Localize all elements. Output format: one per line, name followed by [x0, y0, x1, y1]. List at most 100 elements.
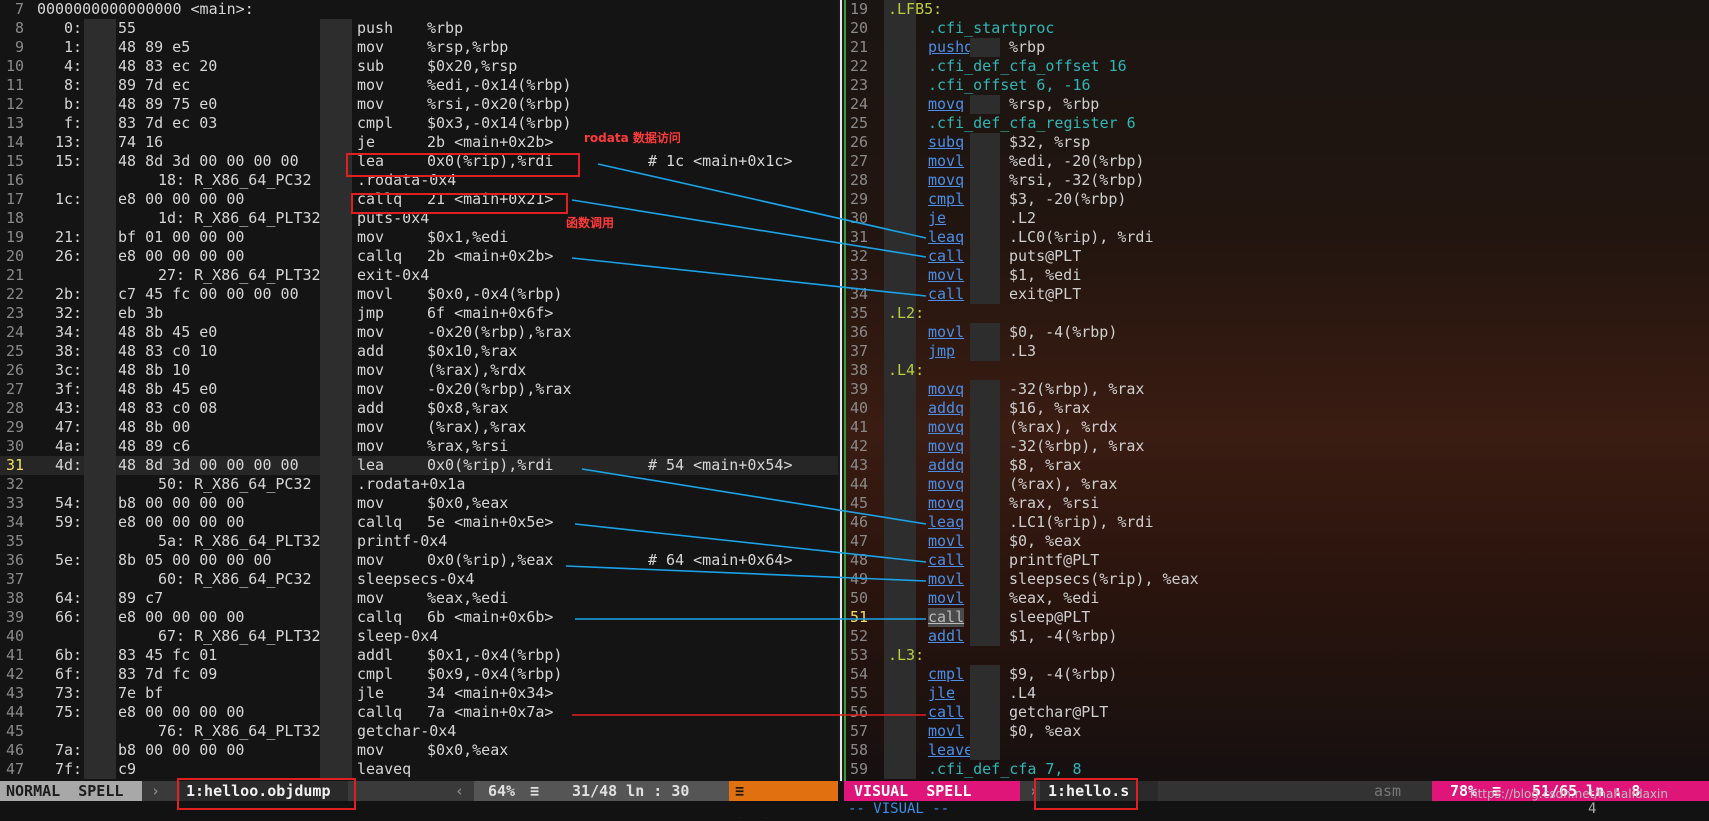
assembly-line[interactable]: 32 call puts@PLT	[844, 247, 1709, 266]
assembly-line[interactable]: 43 addq $8, %rax	[844, 456, 1709, 475]
assembly-line[interactable]: 35 .L2:	[844, 304, 1709, 323]
gutter-bar	[884, 741, 916, 760]
line-number: 52	[849, 627, 868, 645]
assembly-line[interactable]: 38 .L4:	[844, 361, 1709, 380]
objdump-line[interactable]: 43 73: 7e bf jle 34 <main+0x34>	[0, 684, 838, 703]
objdump-line[interactable]: 38 64: 89 c7 mov %eax,%edi	[0, 589, 838, 608]
command-line[interactable]: -- VISUAL --	[848, 801, 949, 817]
objdump-line[interactable]: 12 b: 48 89 75 e0 mov %rsi,-0x20(%rbp)	[0, 95, 838, 114]
gutter-bar	[970, 494, 1000, 513]
assembly-line[interactable]: 26 subq $32, %rsp	[844, 133, 1709, 152]
assembly-line[interactable]: 25 .cfi_def_cfa_register 6	[844, 114, 1709, 133]
assembly-line[interactable]: 52 addl $1, -4(%rbp)	[844, 627, 1709, 646]
assembly-line[interactable]: 56 call getchar@PLT	[844, 703, 1709, 722]
assembly-line[interactable]: 39 movq -32(%rbp), %rax	[844, 380, 1709, 399]
operands: %edi,-0x14(%rbp)	[427, 76, 572, 94]
objdump-line[interactable]: 45 76: R_X86_64_PLT32 getchar-0x4	[0, 722, 838, 741]
assembly-line[interactable]: 20 .cfi_startproc	[844, 19, 1709, 38]
assembly-line[interactable]: 41 movq (%rax), %rdx	[844, 418, 1709, 437]
objdump-line[interactable]: 9 1: 48 89 e5 mov %rsp,%rbp	[0, 38, 838, 57]
assembly-line[interactable]: 59 .cfi_def_cfa 7, 8	[844, 760, 1709, 779]
assembly-line[interactable]: 24 movq %rsp, %rbp	[844, 95, 1709, 114]
objdump-line[interactable]: 36 5e: 8b 05 00 00 00 00 mov 0x0(%rip),%eax #…	[0, 551, 838, 570]
objdump-line[interactable]: 30 4a: 48 89 c6 mov %rax,%rsi	[0, 437, 838, 456]
objdump-line[interactable]: 33 54: b8 00 00 00 00 mov $0x0,%eax	[0, 494, 838, 513]
objdump-line[interactable]: 21 27: R_X86_64_PLT32 exit-0x4	[0, 266, 838, 285]
objdump-line[interactable]: 44 75: e8 00 00 00 00 callq 7a <main+0x7a>	[0, 703, 838, 722]
assembly-line[interactable]: 46 leaq .LC1(%rip), %rdi	[844, 513, 1709, 532]
assembly-line[interactable]: 19 .LFB5:	[844, 0, 1709, 19]
objdump-line[interactable]: 34 59: e8 00 00 00 00 callq 5e <main+0x5e>	[0, 513, 838, 532]
objdump-line[interactable]: 46 7a: b8 00 00 00 00 mov $0x0,%eax	[0, 741, 838, 760]
opcode-bytes: 50: R_X86_64_PC32	[158, 475, 312, 493]
assembly-line[interactable]: 29 cmpl $3, -20(%rbp)	[844, 190, 1709, 209]
opcode-bytes: 48 89 e5	[118, 38, 191, 56]
assembly-line[interactable]: 23 .cfi_offset 6, -16	[844, 76, 1709, 95]
assembly-line[interactable]: 30 je .L2	[844, 209, 1709, 228]
assembly-line[interactable]: 53 .L3:	[844, 646, 1709, 665]
objdump-line[interactable]: 39 66: e8 00 00 00 00 callq 6b <main+0x6b>	[0, 608, 838, 627]
objdump-line[interactable]: 20 26: e8 00 00 00 00 callq 2b <main+0x2b>	[0, 247, 838, 266]
objdump-pane[interactable]: 7 0000000000000000 <main>: 8 0: 55 push %rbp 9 1…	[0, 0, 838, 781]
objdump-line[interactable]: 23 32: eb 3b jmp 6f <main+0x6f>	[0, 304, 838, 323]
warning-block[interactable]: ≡ [47]tra...	[729, 781, 838, 820]
objdump-line[interactable]: 40 67: R_X86_64_PLT32 sleep-0x4	[0, 627, 838, 646]
address: 54:	[55, 494, 83, 512]
line-number: 43	[849, 456, 868, 474]
assembly-line[interactable]: 47 movl $0, %eax	[844, 532, 1709, 551]
asm-operands: %rsp, %rbp	[1009, 95, 1100, 113]
assembly-line[interactable]: 54 cmpl $9, -4(%rbp)	[844, 665, 1709, 684]
assembly-line[interactable]: 58 leave	[844, 741, 1709, 760]
assembly-source-pane[interactable]: 19 .LFB5: 20 .cfi_startproc 21 pushq %rbp 22 .cf…	[844, 0, 1709, 781]
assembly-line[interactable]: 48 call printf@PLT	[844, 551, 1709, 570]
address: 7f:	[55, 760, 83, 778]
objdump-line[interactable]: 27 3f: 48 8b 45 e0 mov -0x20(%rbp),%rax	[0, 380, 838, 399]
objdump-line[interactable]: 24 34: 48 8b 45 e0 mov -0x20(%rbp),%rax	[0, 323, 838, 342]
objdump-line[interactable]: 41 6b: 83 45 fc 01 addl $0x1,-0x4(%rbp)	[0, 646, 838, 665]
assembly-line[interactable]: 27 movl %edi, -20(%rbp)	[844, 152, 1709, 171]
objdump-line[interactable]: 47 7f: c9 leaveq	[0, 760, 838, 779]
assembly-line[interactable]: 28 movq %rsi, -32(%rbp)	[844, 171, 1709, 190]
assembly-line[interactable]: 49 movl sleepsecs(%rip), %eax	[844, 570, 1709, 589]
objdump-line[interactable]: 35 5a: R_X86_64_PLT32 printf-0x4	[0, 532, 838, 551]
objdump-line[interactable]: 28 43: 48 83 c0 08 add $0x8,%rax	[0, 399, 838, 418]
gutter-bar	[84, 304, 116, 323]
assembly-line[interactable]: 45 movq %rax, %rsi	[844, 494, 1709, 513]
asm-instruction: movl	[928, 532, 965, 550]
gutter-bar	[884, 95, 916, 114]
objdump-line[interactable]: 37 60: R_X86_64_PC32 sleepsecs-0x4	[0, 570, 838, 589]
assembly-line[interactable]: 55 jle .L4	[844, 684, 1709, 703]
assembly-line[interactable]: 37 jmp .L3	[844, 342, 1709, 361]
objdump-line[interactable]: 32 50: R_X86_64_PC32 .rodata+0x1a	[0, 475, 838, 494]
objdump-line[interactable]: 10 4: 48 83 ec 20 sub $0x20,%rsp	[0, 57, 838, 76]
objdump-line[interactable]: 29 47: 48 8b 00 mov (%rax),%rax	[0, 418, 838, 437]
gutter-bar	[84, 76, 116, 95]
objdump-line[interactable]: 25 38: 48 83 c0 10 add $0x10,%rax	[0, 342, 838, 361]
gutter-bar	[884, 532, 916, 551]
assembly-line[interactable]: 36 movl $0, -4(%rbp)	[844, 323, 1709, 342]
objdump-line[interactable]: 22 2b: c7 45 fc 00 00 00 00 movl $0x0,-0x4(%…	[0, 285, 838, 304]
objdump-line[interactable]: 19 21: bf 01 00 00 00 mov $0x1,%edi	[0, 228, 838, 247]
assembly-line[interactable]: 42 movq -32(%rbp), %rax	[844, 437, 1709, 456]
assembly-line[interactable]: 57 movl $0, %eax	[844, 722, 1709, 741]
gutter-bar	[884, 57, 916, 76]
assembly-line[interactable]: 31 leaq .LC0(%rip), %rdi	[844, 228, 1709, 247]
gutter-bar	[320, 456, 352, 475]
objdump-line[interactable]: 8 0: 55 push %rbp	[0, 19, 838, 38]
objdump-line[interactable]: 14 13: 74 16 je 2b <main+0x2b>	[0, 133, 838, 152]
opcode-bytes: 83 7d fc 09	[118, 665, 218, 683]
gutter-bar	[84, 532, 116, 551]
assembly-line[interactable]: 40 addq $16, %rax	[844, 399, 1709, 418]
objdump-line[interactable]: 26 3c: 48 8b 10 mov (%rax),%rdx	[0, 361, 838, 380]
objdump-line[interactable]: 13 f: 83 7d ec 03 cmpl $0x3,-0x14(%rbp)	[0, 114, 838, 133]
assembly-line[interactable]: 21 pushq %rbp	[844, 38, 1709, 57]
assembly-line[interactable]: 33 movl $1, %edi	[844, 266, 1709, 285]
objdump-line[interactable]: 42 6f: 83 7d fc 09 cmpl $0x9,-0x4(%rbp)	[0, 665, 838, 684]
assembly-line[interactable]: 44 movq (%rax), %rax	[844, 475, 1709, 494]
objdump-line[interactable]: 31 4d: 48 8d 3d 00 00 00 00 lea 0x0(%rip),%r…	[0, 456, 838, 475]
objdump-line[interactable]: 11 8: 89 7d ec mov %edi,-0x14(%rbp)	[0, 76, 838, 95]
assembly-line[interactable]: 50 movl %eax, %edi	[844, 589, 1709, 608]
assembly-line[interactable]: 34 call exit@PLT	[844, 285, 1709, 304]
assembly-line[interactable]: 51 call sleep@PLT	[844, 608, 1709, 627]
assembly-line[interactable]: 22 .cfi_def_cfa_offset 16	[844, 57, 1709, 76]
